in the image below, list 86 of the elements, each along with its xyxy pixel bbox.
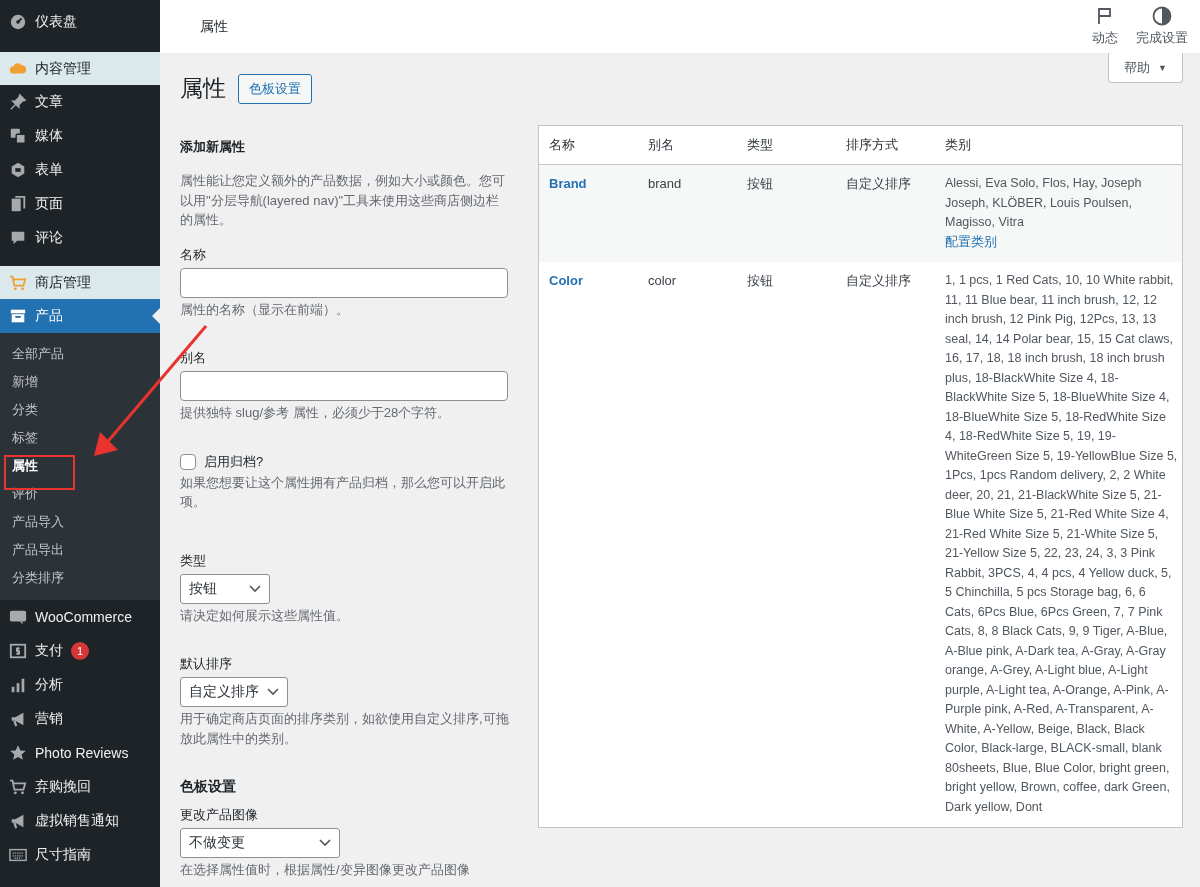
- gauge-icon: [9, 13, 27, 31]
- column-header: 类型: [737, 126, 836, 165]
- column-header: 排序方式: [836, 126, 935, 165]
- pin-icon: [9, 93, 27, 111]
- table-cell: 自定义排序: [846, 176, 911, 191]
- menu-item[interactable]: 营销: [0, 702, 160, 736]
- count-badge: 1: [71, 642, 89, 660]
- table-cell: brand: [648, 176, 682, 191]
- submenu-item[interactable]: 产品导出: [0, 536, 160, 564]
- menu-item[interactable]: 分析: [0, 668, 160, 702]
- column-header: 别名: [638, 126, 737, 165]
- form-intro: 属性能让您定义额外的产品数据，例如大小或颜色。您可以用"分层导航(layered nav)"工具来使用这些商店侧边栏的属性。: [180, 172, 506, 229]
- checkbox[interactable]: [180, 453, 196, 470]
- dropdown[interactable]: 自定义排序: [180, 677, 288, 707]
- menu-item[interactable]: 仪表盘: [0, 0, 160, 44]
- dropdown[interactable]: 按钮: [180, 573, 270, 604]
- cart-icon: [9, 778, 27, 796]
- field-description: 如果您想要让这个属性拥有产品归档，那么您可以开启此项。: [180, 473, 506, 511]
- toolbar-action[interactable]: 动态: [1088, 6, 1122, 47]
- star-icon: [9, 744, 27, 762]
- menu-item[interactable]: 评论: [0, 221, 160, 255]
- table-cell: 按钮: [747, 176, 773, 191]
- menu-item[interactable]: 尺寸指南: [0, 838, 160, 872]
- chevron-down-icon: [267, 688, 279, 696]
- menu-item[interactable]: 文章: [0, 85, 160, 119]
- form-title: 添加新属性: [180, 138, 246, 156]
- checkbox-label: 启用归档?: [204, 452, 264, 471]
- menu-item[interactable]: Photo Reviews: [0, 736, 160, 770]
- dropdown[interactable]: 不做变更: [180, 828, 340, 858]
- menu-item[interactable]: 表单: [0, 153, 160, 187]
- page-title: 属性: [200, 17, 228, 36]
- chevron-down-icon: [319, 839, 331, 847]
- submenu-item[interactable]: 全部产品: [0, 340, 160, 368]
- column-header: 类别: [935, 126, 1182, 165]
- field-label: 默认排序: [180, 655, 232, 673]
- field-description: 提供独特 slug/参考 属性，必须少于28个字符。: [180, 404, 452, 422]
- swatch-settings-button[interactable]: 色板设置: [238, 73, 312, 104]
- half-circle-icon: [1152, 6, 1172, 26]
- field-description: 用于确定商店页面的排序类别，如欲使用自定义排序,可拖放此属性中的类别。: [180, 710, 510, 748]
- menu-item[interactable]: 产品: [0, 299, 160, 333]
- menu-item[interactable]: 页面: [0, 187, 160, 221]
- field-label: 类型: [180, 551, 206, 570]
- field-description: 属性的名称（显示在前端）。: [180, 300, 350, 319]
- cart-icon: [9, 273, 27, 292]
- attribute-link[interactable]: Color: [549, 273, 583, 288]
- field-description: 请决定如何展示这些属性值。: [180, 606, 350, 625]
- box-icon: [9, 307, 27, 325]
- terms-list: 1, 1 pcs, 1 Red Cats, 10, 10 White rabbit, 11, 11 Blue bear, 11 inch brush, 12, 12 inch brush, 12 Pink Pig, 12Pcs, 13, 13 seal, 14, 14 Polar bear, 15, 15 Cat claws, 16, 17, 18, 18 inch brush, 18 inch brush plus, 18-BlackWhite Size 4, 18-BlackWhite Size 5, 18-BlueWhite Size 4, 18-BlueWhite Size 5, 18-RedWhite Size 4, 18-RedWhite Size 5, 19, 19-WhiteGreen Size 5, 19-YellowBlue Size 5, 1Pcs, 1pcs Random delivery, 2, 2 White deer, 20, 21, 21-BlackWhite Size 5, 21-Blue White Size 5, 21-Red White Size 4, 21-Red White Size 5, 21-White Size 5, 21-Yellow Size 5, 22, 23, 24, 3, 3 Pink Rabbit, 3PCS, 4, 4 pcs, 4 Yellow duck, 5, 5 Chinchilla, 5 pcs Storage bag, 6, 6 Cats, 6Pcs Blue, 6Pcs Green, 7, 7 Pink Cats, 8, 8 Black Cats, 9, 9 Tiger, A-Blue, A-Blue pink, A-Dark tea, A-Gray, A-Gray orange, A-Grey, A-Light blue, A-Light purple, A-Light tea, A-Orange, A-Pink, A-Purple pink, A-Red, A-Transparent, A-White, A-Yellow, Beige, Black, Black Color, Black-large, BLACK-small, blank 80sheets, Blue, Blue Color, bright green, bright yellow, Brown, coffee, dark Green, Dark yellow, Dont: [945, 271, 1178, 817]
- field-label: 名称: [180, 245, 206, 264]
- attribute-link[interactable]: Brand: [549, 176, 587, 191]
- menu-item[interactable]: 媒体: [0, 119, 160, 153]
- input-field[interactable]: [180, 267, 508, 298]
- current-marker-icon: [152, 308, 160, 324]
- banknote-icon: [9, 642, 27, 660]
- chat-badge-icon: [9, 608, 27, 626]
- terms-list: Alessi, Eva Solo, Flos, Hay, Joseph Joseph, KLÖBER, Louis Poulsen, Magisso, Vitra: [945, 174, 1178, 233]
- chevron-down-icon: [249, 584, 261, 593]
- menu-item[interactable]: 支付 1: [0, 634, 160, 668]
- page-heading: 属性: [180, 74, 226, 103]
- submenu-item[interactable]: 分类: [0, 396, 160, 424]
- keyboard-icon: [9, 846, 27, 864]
- column-header: 名称: [539, 126, 638, 165]
- input-field[interactable]: [180, 371, 508, 401]
- table-cell: 按钮: [747, 273, 773, 288]
- menu-section[interactable]: 商店管理: [0, 266, 160, 299]
- submenu-item[interactable]: 产品导入: [0, 508, 160, 536]
- menu-section[interactable]: 内容管理: [0, 52, 160, 85]
- submenu-item[interactable]: 标签: [0, 424, 160, 452]
- toolbar-action[interactable]: 完成设置: [1132, 6, 1192, 47]
- media-icon: [9, 127, 27, 145]
- submenu-item[interactable]: 新增: [0, 368, 160, 396]
- bar-chart-icon: [9, 676, 27, 694]
- menu-item[interactable]: 虚拟销售通知: [0, 804, 160, 838]
- table-cell: color: [648, 273, 677, 288]
- configure-terms-link[interactable]: 配置类别: [945, 232, 997, 252]
- section-heading: 色板设置: [180, 778, 237, 796]
- menu-item[interactable]: 弃购挽回: [0, 770, 160, 804]
- help-tab[interactable]: 帮助 ▼: [1108, 53, 1183, 83]
- submenu-item[interactable]: 属性: [0, 452, 160, 480]
- menu-item[interactable]: WooCommerce: [0, 600, 160, 634]
- form-icon: [9, 161, 27, 179]
- field-description: 在选择属性值时，根据属性/变异图像更改产品图像: [180, 861, 471, 879]
- page-icon: [9, 195, 27, 213]
- field-label: 更改产品图像: [180, 806, 258, 824]
- submenu-item[interactable]: 分类排序: [0, 564, 160, 592]
- table-cell: 自定义排序: [846, 273, 911, 288]
